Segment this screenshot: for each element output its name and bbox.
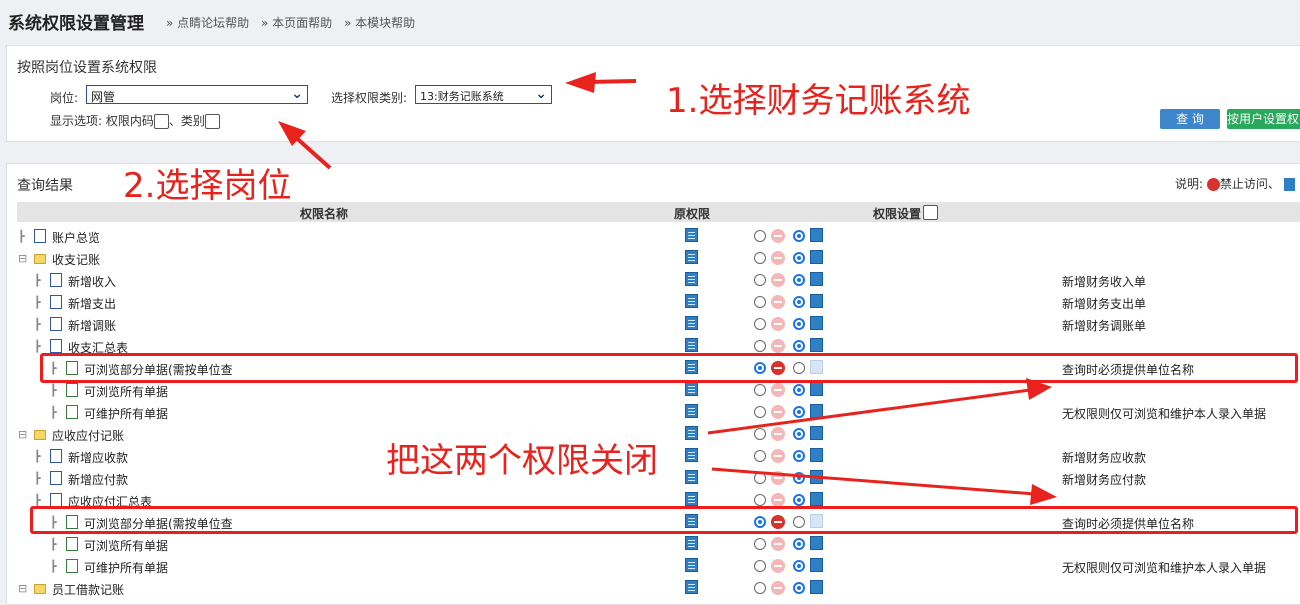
annotation-arrows	[278, 72, 1057, 505]
